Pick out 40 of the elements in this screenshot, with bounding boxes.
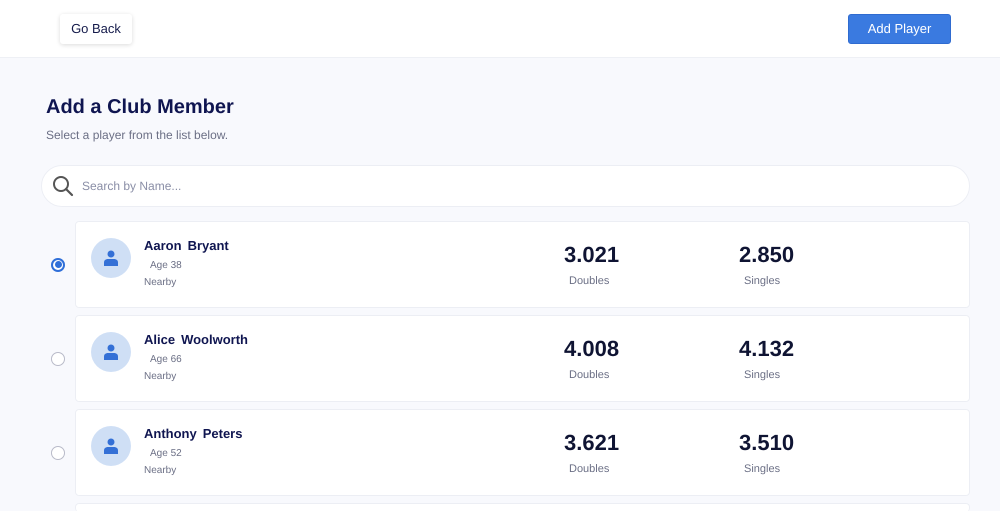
first-name: Aaron	[144, 237, 182, 254]
singles-rating: 2.850	[739, 241, 794, 269]
add-player-button[interactable]: Add Player	[848, 14, 951, 44]
doubles-rating: 3.621	[564, 429, 620, 457]
player-age: Age 52	[150, 448, 183, 460]
person-icon	[104, 438, 118, 454]
player-age: Age 38	[150, 260, 183, 272]
search-bar[interactable]: Search by Name...	[41, 165, 970, 207]
singles-label: Singles	[744, 463, 780, 476]
person-icon	[104, 250, 118, 266]
doubles-label: Doubles	[569, 369, 610, 382]
go-back-button[interactable]: Go Back	[60, 14, 132, 44]
player-age: Age 66	[150, 354, 183, 366]
singles-label: Singles	[744, 275, 780, 288]
singles-rating: 3.510	[739, 429, 794, 457]
doubles-label: Doubles	[569, 463, 610, 476]
radio-button[interactable]	[51, 352, 65, 366]
player-location: Nearby	[144, 277, 178, 289]
doubles-rating: 4.008	[564, 335, 620, 363]
first-name: Anthony	[144, 425, 197, 442]
last-name: Peters	[202, 425, 242, 442]
player-location: Nearby	[144, 465, 178, 477]
player-card[interactable]: Anthony Peters Age 52 Nearby 3.621 Doubles 3.510 Singles	[75, 409, 970, 496]
search-field[interactable]: Search by Name...	[80, 178, 969, 194]
radio-button[interactable]	[51, 446, 65, 460]
singles-label: Singles	[744, 369, 780, 382]
player-card[interactable]: Alice Woolworth Age 66 Nearby 4.008 Doubles 4.132 Singles	[75, 315, 970, 402]
player-location: Nearby	[144, 371, 178, 383]
player-card[interactable]: Aaron Bryant Age 38 Nearby 3.021 Doubles 2.850 Singles	[75, 221, 970, 308]
page-subtitle: Select a player from the list below.	[46, 127, 230, 143]
last-name: Woolworth	[181, 331, 248, 348]
radio-button[interactable]	[51, 258, 65, 272]
doubles-label: Doubles	[569, 275, 610, 288]
page-title: Add a Club Member	[46, 95, 235, 119]
person-icon	[104, 344, 118, 360]
doubles-rating: 3.021	[564, 241, 620, 269]
singles-rating: 4.132	[739, 335, 794, 363]
last-name: Bryant	[188, 237, 229, 254]
first-name: Alice	[144, 331, 176, 348]
search-icon	[52, 175, 74, 197]
